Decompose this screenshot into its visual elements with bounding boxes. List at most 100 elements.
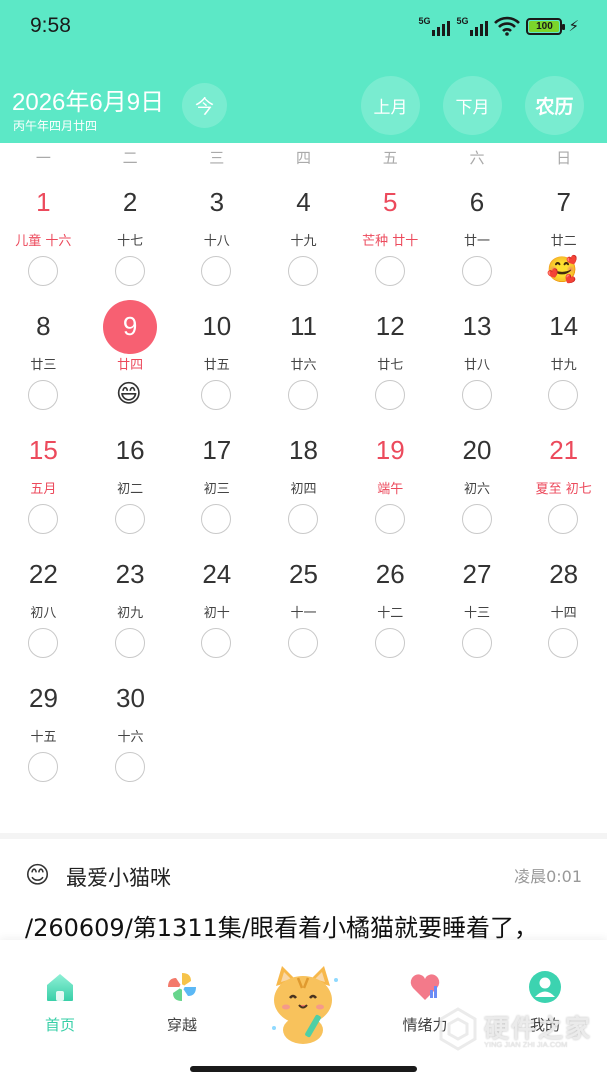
nav-home[interactable]: 首页 [15, 970, 105, 1035]
mood-placeholder-circle[interactable] [374, 256, 405, 286]
mood-placeholder-circle[interactable] [114, 628, 145, 658]
mood-placeholder-circle[interactable] [201, 504, 232, 534]
mood-placeholder-circle[interactable] [201, 256, 232, 286]
calendar-day[interactable]: 17 初三 [173, 426, 260, 550]
nav-home-label: 首页 [44, 1016, 75, 1034]
cat-center-button[interactable] [258, 958, 348, 1048]
network-type-label-2: 5G [456, 16, 469, 26]
day-number: 17 [202, 435, 232, 465]
day-number: 10 [202, 311, 232, 341]
mood-placeholder-circle[interactable] [374, 504, 405, 534]
watermark: 硬件之家 YING JIAN ZHI JIA.COM [438, 1005, 598, 1055]
selected-date-title: 2026年6月9日 [12, 89, 165, 116]
prev-month-button[interactable]: 上月 [361, 76, 420, 135]
calendar-day[interactable]: 23 初九 [87, 550, 174, 674]
calendar-day[interactable]: 11 廿六 [260, 302, 347, 426]
lunar-day-label: 初六 [463, 482, 490, 497]
calendar-day[interactable]: 13 廿八 [434, 302, 521, 426]
mood-placeholder-circle[interactable] [548, 628, 579, 658]
mood-emoji-icon[interactable]: 🥰 [546, 254, 578, 286]
mood-placeholder-circle[interactable] [461, 380, 492, 410]
mood-emoji-icon[interactable]: 😄 [113, 378, 145, 410]
calendar-day[interactable]: 8 廿三 [0, 302, 87, 426]
lunar-day-label: 十四 [550, 606, 577, 621]
calendar-day[interactable]: 5 芒种 廿十 [347, 178, 434, 302]
calendar-week-row: 8 廿三 9 廿四 😄 10 廿五 11 廿六 12 廿七 13 廿八 14 廿九 [0, 300, 607, 426]
mood-placeholder-circle[interactable] [374, 380, 405, 410]
mood-placeholder-circle[interactable] [201, 628, 232, 658]
mood-placeholder-circle[interactable] [461, 256, 492, 286]
calendar-day[interactable]: 7 廿二 🥰 [520, 178, 607, 302]
home-indicator[interactable] [190, 1066, 417, 1072]
calendar-day[interactable]: 4 十九 [260, 178, 347, 302]
smile-emoji-icon: 😊 [25, 861, 51, 889]
calendar-day[interactable]: 19 端午 [347, 426, 434, 550]
today-button[interactable]: 今 [182, 83, 227, 128]
mood-placeholder-circle[interactable] [114, 504, 145, 534]
day-number: 3 [209, 187, 225, 217]
mood-placeholder-circle[interactable] [28, 628, 58, 658]
calendar-day-today[interactable]: 9 廿四 😄 [87, 300, 174, 426]
calendar-day[interactable]: 29 十五 [0, 674, 87, 798]
nav-travel-label: 穿越 [166, 1016, 197, 1034]
mood-placeholder-circle[interactable] [114, 256, 145, 286]
calendar-week-row: 1 儿童 十六 2 十七 3 十八 4 十九 5 芒种 廿十 6 廿一 7 廿二 🥰 [0, 178, 607, 302]
heart-chart-icon [410, 974, 440, 1000]
lunar-day-label: 初九 [117, 606, 144, 621]
calendar-day[interactable]: 16 初二 [87, 426, 174, 550]
mood-placeholder-circle[interactable] [288, 256, 319, 286]
calendar-day[interactable]: 3 十八 [173, 178, 260, 302]
lunar-day-label: 廿九 [550, 358, 577, 373]
mood-placeholder-circle[interactable] [28, 504, 58, 534]
mood-placeholder-circle[interactable] [461, 504, 492, 534]
calendar-day[interactable]: 10 廿五 [173, 302, 260, 426]
calendar-day[interactable]: 18 初四 [260, 426, 347, 550]
diary-entry-preview[interactable]: 😊 最爱小猫咪 凌晨0:01 /260609/第1311集/眼看着小橘猫就要睡着… [0, 840, 607, 942]
mood-placeholder-circle[interactable] [28, 752, 58, 782]
calendar-day[interactable]: 15 五月 [0, 426, 87, 550]
wifi-icon [494, 16, 521, 36]
calendar-day[interactable]: 30 十六 [87, 674, 174, 798]
watermark-subtext: YING JIAN ZHI JIA.COM [484, 1040, 568, 1049]
weekday-label: 三 [209, 149, 225, 167]
status-bar: 9:58 5G 5G 100 ⚡ [0, 0, 607, 56]
status-time: 9:58 [30, 14, 71, 37]
calendar-day[interactable]: 20 初六 [434, 426, 521, 550]
calendar-day[interactable]: 25 十一 [260, 550, 347, 674]
calendar-day[interactable]: 12 廿七 [347, 302, 434, 426]
weekday-label: 二 [122, 149, 138, 167]
calendar-day[interactable]: 21 夏至 初七 [520, 426, 607, 550]
mood-placeholder-circle[interactable] [461, 628, 492, 658]
mood-placeholder-circle[interactable] [28, 380, 58, 410]
calendar-day[interactable]: 22 初八 [0, 550, 87, 674]
mood-placeholder-circle[interactable] [201, 380, 232, 410]
day-number: 12 [375, 311, 405, 341]
lunar-day-label: 廿八 [463, 358, 490, 373]
mood-placeholder-circle[interactable] [288, 628, 319, 658]
day-number: 2 [122, 187, 138, 217]
day-number: 20 [462, 435, 492, 465]
lunar-date-subtitle: 丙午年四月廿四 [13, 119, 98, 133]
next-month-button[interactable]: 下月 [443, 76, 502, 135]
lunar-toggle-button[interactable]: 农历 [525, 76, 584, 135]
mood-placeholder-circle[interactable] [374, 628, 405, 658]
nav-travel[interactable]: 穿越 [137, 970, 227, 1035]
mood-placeholder-circle[interactable] [288, 380, 319, 410]
calendar-day[interactable]: 6 廿一 [434, 178, 521, 302]
cat-mascot-icon [272, 966, 338, 1044]
mood-placeholder-circle[interactable] [115, 752, 145, 782]
calendar-day[interactable]: 26 十二 [347, 550, 434, 674]
mood-placeholder-circle[interactable] [548, 380, 579, 410]
calendar-day[interactable]: 24 初十 [173, 550, 260, 674]
cellular-signal-icon: 5G [418, 16, 451, 36]
calendar-day[interactable]: 27 十三 [434, 550, 521, 674]
lunar-day-label: 端午 [377, 482, 404, 497]
calendar-day[interactable]: 28 十四 [520, 550, 607, 674]
mood-placeholder-circle[interactable] [288, 504, 319, 534]
weekday-label: 五 [382, 149, 398, 167]
calendar-day[interactable]: 14 廿九 [520, 302, 607, 426]
calendar-day[interactable]: 1 儿童 十六 [0, 178, 87, 302]
mood-placeholder-circle[interactable] [548, 504, 579, 534]
mood-placeholder-circle[interactable] [28, 256, 58, 286]
calendar-day[interactable]: 2 十七 [87, 178, 174, 302]
